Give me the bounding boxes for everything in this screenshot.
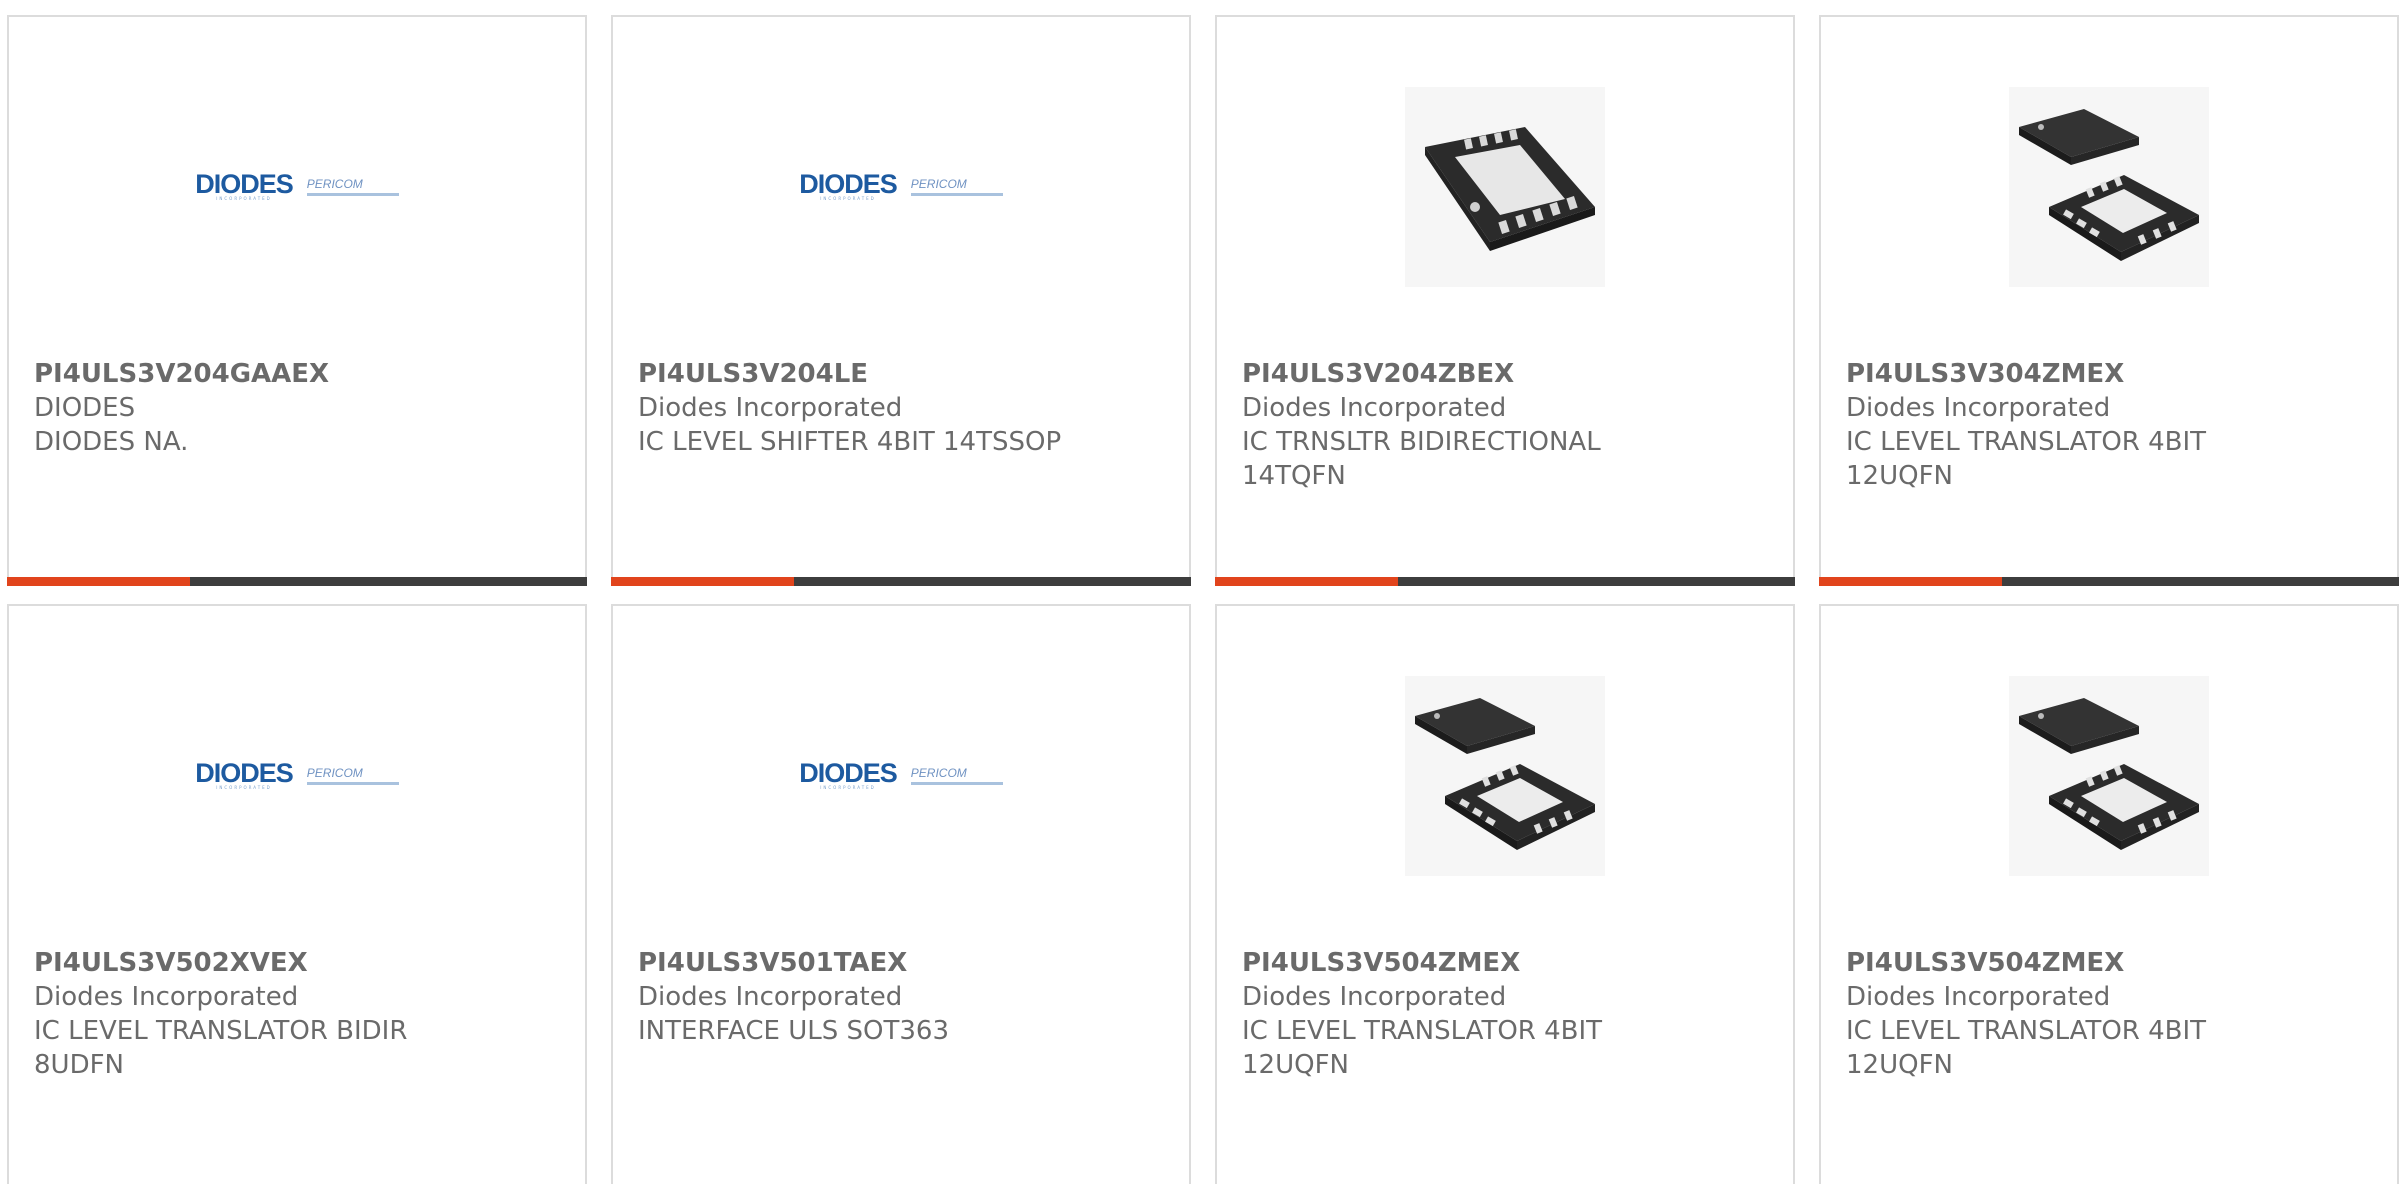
description: IC TRNSLTR BIDIRECTIONAL [1242, 427, 1601, 457]
description-line-2: 12UQFN [1242, 1050, 1349, 1080]
description: IC LEVEL TRANSLATOR BIDIR [34, 1016, 408, 1046]
part-number[interactable]: PI4ULS3V204ZBEX [1242, 357, 1773, 391]
product-image[interactable]: DIODES INCORPORATED PERICOM [613, 17, 1189, 357]
diodes-logo-icon: DIODES INCORPORATED PERICOM [195, 171, 399, 202]
description: INTERFACE ULS SOT363 [638, 1016, 949, 1046]
product-card[interactable]: PI4ULS3V504ZMEX Diodes Incorporated IC L… [1819, 604, 2399, 1184]
description: IC LEVEL TRANSLATOR 4BIT [1846, 427, 2207, 457]
product-card[interactable]: DIODES INCORPORATED PERICOM PI4ULS3V204LE… [611, 15, 1191, 586]
manufacturer: Diodes Incorporated [638, 393, 903, 423]
manufacturer: DIODES [34, 393, 136, 423]
manufacturer: Diodes Incorporated [34, 982, 299, 1012]
description: IC LEVEL SHIFTER 4BIT 14TSSOP [638, 427, 1062, 457]
part-number[interactable]: PI4ULS3V501TAEX [638, 946, 1169, 980]
description-line-2: 12UQFN [1846, 1050, 1953, 1080]
diodes-logo-icon: DIODES INCORPORATED PERICOM [195, 760, 399, 791]
product-card[interactable]: DIODES INCORPORATED PERICOM PI4ULS3V502XV… [7, 604, 587, 1184]
product-card[interactable]: PI4ULS3V204ZBEX Diodes Incorporated IC T… [1215, 15, 1795, 586]
product-card[interactable]: DIODES INCORPORATED PERICOM PI4ULS3V204GA… [7, 15, 587, 586]
manufacturer: Diodes Incorporated [1846, 982, 2111, 1012]
progress-bar [1215, 577, 1795, 586]
product-card[interactable]: DIODES INCORPORATED PERICOM PI4ULS3V501TA… [611, 604, 1191, 1184]
description: IC LEVEL TRANSLATOR 4BIT [1242, 1016, 1603, 1046]
description: IC LEVEL TRANSLATOR 4BIT [1846, 1016, 2207, 1046]
qfn-chip-pair-icon [1405, 676, 1605, 876]
qfn-chip-pair-icon [2009, 87, 2209, 287]
product-image[interactable] [1821, 606, 2397, 946]
product-image[interactable] [1217, 606, 1793, 946]
diodes-logo-icon: DIODES INCORPORATED PERICOM [799, 171, 1003, 202]
product-card[interactable]: PI4ULS3V504ZMEX Diodes Incorporated IC L… [1215, 604, 1795, 1184]
description-line-2: 12UQFN [1846, 461, 1953, 491]
manufacturer: Diodes Incorporated [1242, 393, 1507, 423]
manufacturer: Diodes Incorporated [1846, 393, 2111, 423]
product-image[interactable] [1217, 17, 1793, 357]
part-number[interactable]: PI4ULS3V204GAAEX [34, 357, 565, 391]
progress-bar [1819, 577, 2399, 586]
manufacturer: Diodes Incorporated [638, 982, 903, 1012]
product-image[interactable]: DIODES INCORPORATED PERICOM [9, 17, 585, 357]
description-line-2: 8UDFN [34, 1050, 124, 1080]
diodes-logo-icon: DIODES INCORPORATED PERICOM [799, 760, 1003, 791]
part-number[interactable]: PI4ULS3V304ZMEX [1846, 357, 2377, 391]
part-number[interactable]: PI4ULS3V204LE [638, 357, 1169, 391]
qfn-chip-icon [1405, 87, 1605, 287]
part-number[interactable]: PI4ULS3V502XVEX [34, 946, 565, 980]
description-line-2: 14TQFN [1242, 461, 1346, 491]
part-number[interactable]: PI4ULS3V504ZMEX [1242, 946, 1773, 980]
progress-bar [611, 577, 1191, 586]
progress-bar [7, 577, 587, 586]
manufacturer: Diodes Incorporated [1242, 982, 1507, 1012]
product-image[interactable]: DIODES INCORPORATED PERICOM [9, 606, 585, 946]
qfn-chip-pair-icon [2009, 676, 2209, 876]
product-image[interactable] [1821, 17, 2397, 357]
description: DIODES NA. [34, 427, 189, 457]
part-number[interactable]: PI4ULS3V504ZMEX [1846, 946, 2377, 980]
product-card[interactable]: PI4ULS3V304ZMEX Diodes Incorporated IC L… [1819, 15, 2399, 586]
product-image[interactable]: DIODES INCORPORATED PERICOM [613, 606, 1189, 946]
